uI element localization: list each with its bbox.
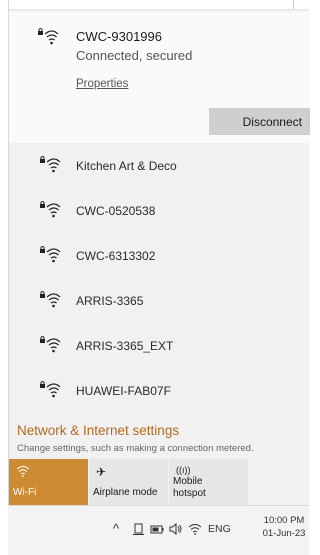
secured-wifi-icon [39,335,61,353]
show-hidden-icons-chevron[interactable]: ^ [113,521,119,536]
battery-icon[interactable] [150,523,164,538]
connected-network-name: CWC-9301996 [76,29,162,44]
secured-wifi-icon [39,380,61,398]
network-item[interactable]: ARRIS-3365_EXT [9,323,309,368]
network-item[interactable]: CWC-6313302 [9,233,309,278]
available-networks-list: Kitchen Art & Deco CWC-0520538 CWC-63133… [9,143,309,413]
network-name: CWC-6313302 [76,249,156,263]
network-name: ARRIS-3365_EXT [76,339,174,353]
network-item[interactable]: ARRIS-3365 [9,278,309,323]
airplane-icon: ✈ [96,465,107,479]
top-strip [9,0,309,10]
mobile-hotspot-tile[interactable]: ((ı)) Mobile hotspot [169,459,248,505]
clock-date: 01-Jun-23 [262,528,306,539]
network-item[interactable]: Kitchen Art & Deco [9,143,309,188]
hotspot-tile-label: Mobile hotspot [173,476,206,499]
clock-time: 10:00 PM [263,515,305,526]
secured-wifi-icon [39,200,61,218]
network-item[interactable]: CWC-0520538 [9,188,309,233]
wifi-tile-label: Wi-Fi [13,487,37,498]
secured-wifi-icon [39,245,61,263]
device-icon[interactable] [133,523,144,539]
wifi-tile[interactable]: Wi-Fi [9,459,88,505]
network-settings-link[interactable]: Network & Internet settings [17,423,179,438]
taskbar: ^ ENG 10:00 PM 01-Jun-23 [8,505,309,555]
quick-action-tiles: Wi-Fi ✈ Airplane mode ((ı)) Mobile hotspo… [9,459,309,505]
connection-status: Connected, secured [76,48,193,63]
secured-wifi-icon [39,290,61,308]
network-name: Kitchen Art & Deco [76,159,177,173]
network-tray-icon[interactable] [188,523,202,538]
secured-wifi-icon [37,27,59,45]
system-clock[interactable]: 10:00 PM 01-Jun-23 [261,514,307,540]
network-flyout: CWC-9301996 Connected, secured Propertie… [8,0,310,505]
network-name: ARRIS-3365 [76,294,144,308]
secured-wifi-icon [39,155,61,173]
disconnect-button[interactable]: Disconnect [209,108,310,135]
wifi-icon [16,465,30,480]
network-name: CWC-0520538 [76,204,156,218]
network-settings-description: Change settings, such as making a connec… [17,443,254,454]
network-name: HUAWEI-FAB07F [76,384,171,398]
volume-icon[interactable] [169,522,183,538]
properties-link[interactable]: Properties [76,78,128,90]
airplane-tile-label: Airplane mode [93,487,158,498]
network-item[interactable]: HUAWEI-FAB07F [9,368,309,413]
language-indicator[interactable]: ENG [208,523,231,535]
connected-network-panel[interactable]: CWC-9301996 Connected, secured Propertie… [9,12,310,143]
hotspot-icon: ((ı)) [176,465,191,475]
airplane-mode-tile[interactable]: ✈ Airplane mode [89,459,168,505]
